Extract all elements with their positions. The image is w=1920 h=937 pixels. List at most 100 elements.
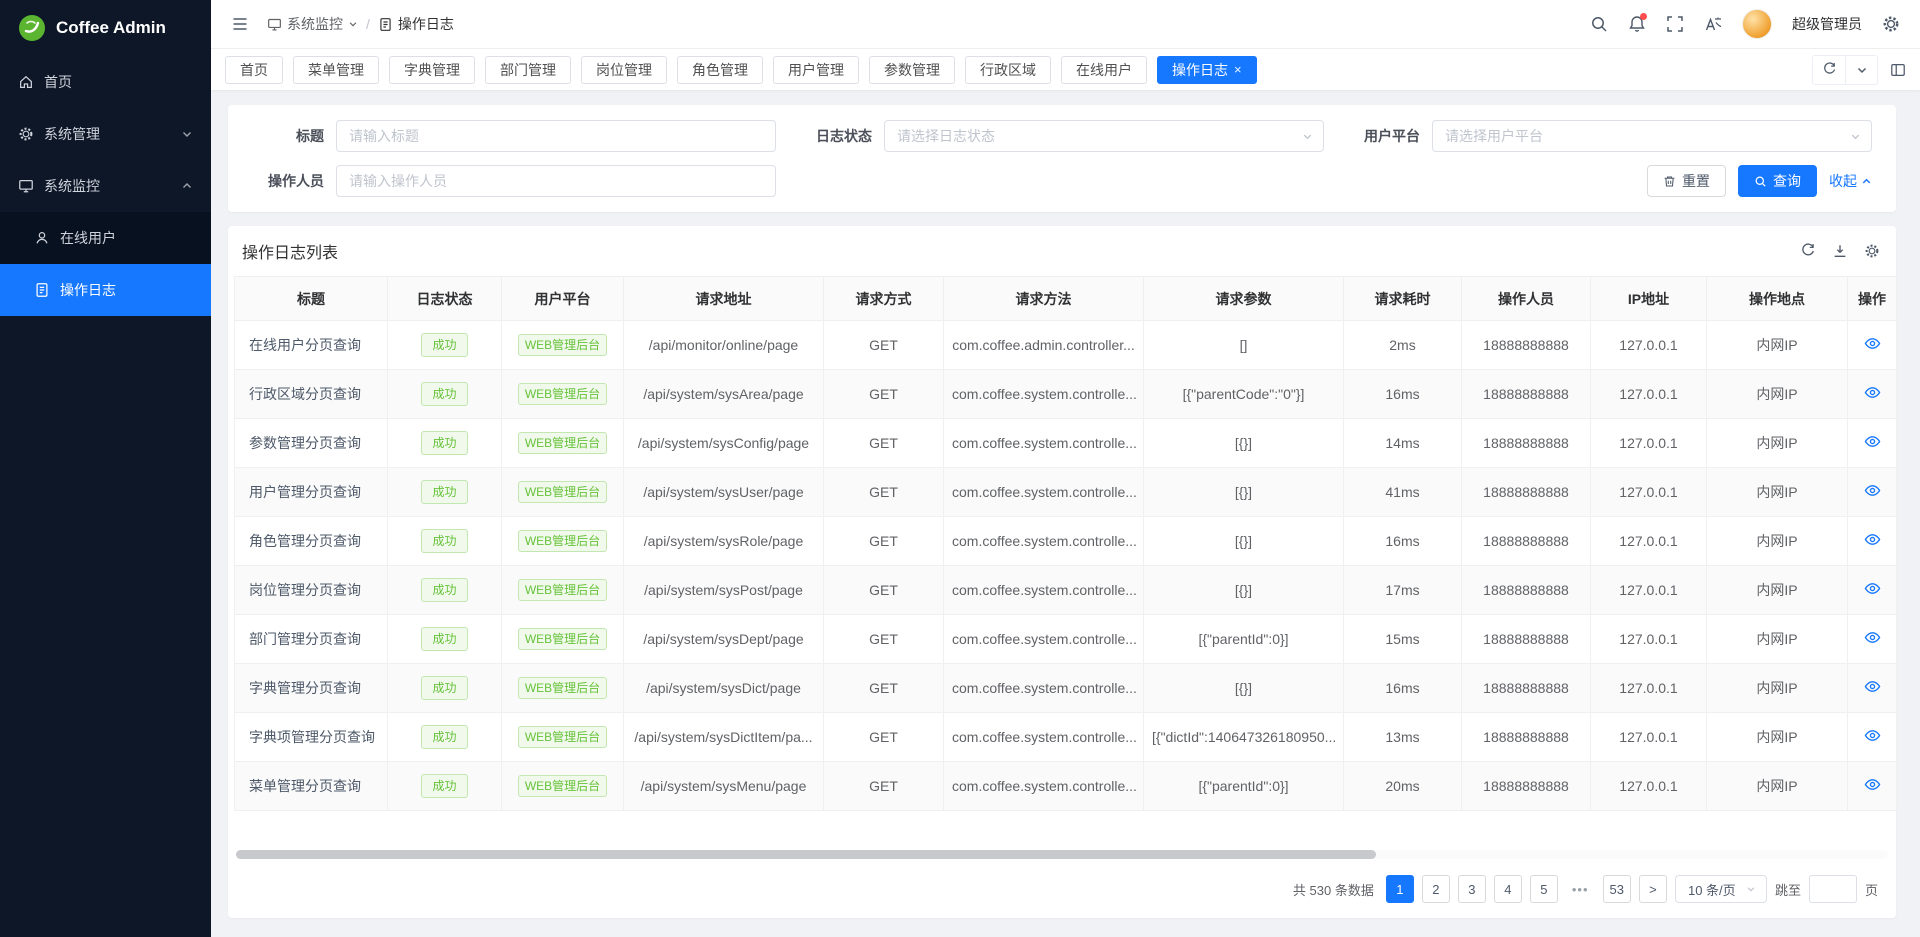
jump-page-input[interactable] <box>1809 875 1857 903</box>
title-input[interactable] <box>336 120 776 152</box>
cell-status: 成功 <box>388 713 502 762</box>
breadcrumb-separator: / <box>366 16 370 32</box>
cell-location: 内网IP <box>1707 615 1848 664</box>
breadcrumb: 系统监控 / 操作日志 <box>267 14 454 34</box>
next-page-button[interactable]: > <box>1639 875 1667 903</box>
status-badge: 成功 <box>421 725 467 749</box>
status-badge: 成功 <box>421 578 467 602</box>
search-icon <box>1754 175 1767 188</box>
avatar[interactable] <box>1742 9 1772 39</box>
tab-item[interactable]: 字典管理 <box>389 56 475 84</box>
view-detail-eye-icon[interactable] <box>1864 678 1881 695</box>
translate-icon[interactable] <box>1704 15 1722 33</box>
layout-panel-icon[interactable] <box>1890 56 1906 84</box>
sidebar-item-online-users[interactable]: 在线用户 <box>0 212 211 264</box>
export-icon[interactable] <box>1832 243 1848 259</box>
tab-item[interactable]: 角色管理 <box>677 56 763 84</box>
view-detail-eye-icon[interactable] <box>1864 384 1881 401</box>
operator-input[interactable] <box>336 165 776 197</box>
sidebar-item-system-management[interactable]: 系统管理 <box>0 108 211 160</box>
cell-handler: com.coffee.system.controlle... <box>944 615 1144 664</box>
fullscreen-icon[interactable] <box>1666 15 1684 33</box>
sidebar: Coffee Admin 首页 系统管理 系统监控 在线用户 <box>0 0 211 937</box>
breadcrumb-system-monitor[interactable]: 系统监控 <box>267 14 358 34</box>
search-icon[interactable] <box>1590 15 1608 33</box>
cell-handler: com.coffee.system.controlle... <box>944 664 1144 713</box>
page-number-button[interactable]: 5 <box>1530 875 1558 903</box>
page-number-button[interactable]: 3 <box>1458 875 1486 903</box>
view-detail-eye-icon[interactable] <box>1864 531 1881 548</box>
horizontal-scrollbar-thumb[interactable] <box>236 850 1376 859</box>
column-settings-gear-icon[interactable] <box>1864 243 1880 259</box>
tabs-dropdown-icon[interactable] <box>1845 56 1877 84</box>
column-header: 操作 <box>1848 277 1897 321</box>
view-detail-eye-icon[interactable] <box>1864 433 1881 450</box>
tab-label: 参数管理 <box>884 60 940 80</box>
page-number-button[interactable]: 2 <box>1422 875 1450 903</box>
filter-status-field: 日志状态 请选择日志状态 <box>800 120 1324 152</box>
collapse-filter-link[interactable]: 收起 <box>1829 171 1872 191</box>
view-detail-eye-icon[interactable] <box>1864 629 1881 646</box>
chevron-down-icon <box>1746 884 1756 894</box>
table-row: 在线用户分页查询成功WEB管理后台/api/monitor/online/pag… <box>235 321 1897 370</box>
select-placeholder: 请选择日志状态 <box>897 126 995 146</box>
cell-platform: WEB管理后台 <box>502 468 624 517</box>
user-platform-select[interactable]: 请选择用户平台 <box>1432 120 1872 152</box>
view-detail-eye-icon[interactable] <box>1864 482 1881 499</box>
refresh-icon[interactable] <box>1800 243 1816 259</box>
notifications-bell-icon[interactable] <box>1628 15 1646 33</box>
cell-operator: 18888888888 <box>1462 762 1591 811</box>
tab-item-active[interactable]: 操作日志× <box>1157 56 1257 84</box>
cell-location: 内网IP <box>1707 566 1848 615</box>
menu-fold-icon[interactable] <box>231 15 249 33</box>
cell-ip: 127.0.0.1 <box>1591 713 1707 762</box>
tab-item[interactable]: 岗位管理 <box>581 56 667 84</box>
cell-status: 成功 <box>388 370 502 419</box>
view-detail-eye-icon[interactable] <box>1864 727 1881 744</box>
sidebar-item-label: 操作日志 <box>60 280 193 300</box>
cell-url: /api/system/sysDict/page <box>624 664 824 713</box>
cell-operator: 18888888888 <box>1462 321 1591 370</box>
sidebar-submenu: 在线用户 操作日志 <box>0 212 211 316</box>
tab-item[interactable]: 首页 <box>225 56 283 84</box>
cell-operator: 18888888888 <box>1462 517 1591 566</box>
settings-gear-icon[interactable] <box>1882 15 1900 33</box>
sidebar-item-home[interactable]: 首页 <box>0 56 211 108</box>
column-header: 操作地点 <box>1707 277 1848 321</box>
page-number-button[interactable]: 53 <box>1603 875 1631 903</box>
status-badge: 成功 <box>421 676 467 700</box>
tab-item[interactable]: 用户管理 <box>773 56 859 84</box>
sidebar-item-system-monitor[interactable]: 系统监控 <box>0 160 211 212</box>
cell-handler: com.coffee.system.controlle... <box>944 419 1144 468</box>
log-status-select[interactable]: 请选择日志状态 <box>884 120 1324 152</box>
status-badge: 成功 <box>421 627 467 651</box>
column-header: 用户平台 <box>502 277 624 321</box>
tab-close-icon[interactable]: × <box>1234 63 1242 76</box>
tab-item[interactable]: 菜单管理 <box>293 56 379 84</box>
page-number-button[interactable]: 1 <box>1386 875 1414 903</box>
view-detail-eye-icon[interactable] <box>1864 580 1881 597</box>
view-detail-eye-icon[interactable] <box>1864 776 1881 793</box>
page-size-select[interactable]: 10 条/页 <box>1675 875 1767 903</box>
page-number-button[interactable]: 4 <box>1494 875 1522 903</box>
cell-title: 字典管理分页查询 <box>235 664 388 713</box>
view-detail-eye-icon[interactable] <box>1864 335 1881 352</box>
tab-item[interactable]: 部门管理 <box>485 56 571 84</box>
cell-method: GET <box>824 615 944 664</box>
tab-item[interactable]: 在线用户 <box>1061 56 1147 84</box>
column-header: 请求方式 <box>824 277 944 321</box>
cell-url: /api/system/sysArea/page <box>624 370 824 419</box>
query-button[interactable]: 查询 <box>1738 165 1817 197</box>
sidebar-item-operation-log[interactable]: 操作日志 <box>0 264 211 316</box>
cell-duration: 13ms <box>1344 713 1462 762</box>
cell-title: 岗位管理分页查询 <box>235 566 388 615</box>
reset-button[interactable]: 重置 <box>1647 165 1726 197</box>
jump-unit: 页 <box>1865 880 1878 899</box>
chevron-up-icon <box>181 180 193 192</box>
cell-duration: 20ms <box>1344 762 1462 811</box>
tab-item[interactable]: 行政区域 <box>965 56 1051 84</box>
cell-title: 在线用户分页查询 <box>235 321 388 370</box>
tab-item[interactable]: 参数管理 <box>869 56 955 84</box>
tabs-refresh-icon[interactable] <box>1813 56 1845 84</box>
table-row: 部门管理分页查询成功WEB管理后台/api/system/sysDept/pag… <box>235 615 1897 664</box>
